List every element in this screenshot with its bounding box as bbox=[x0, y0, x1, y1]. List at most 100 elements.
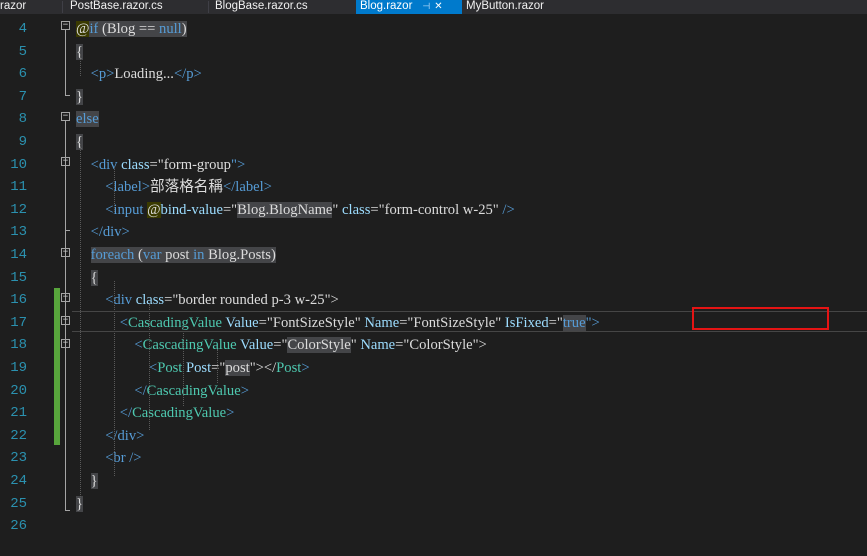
code-line[interactable]: 22 </div> bbox=[0, 425, 867, 447]
code-token: Blog.Posts) bbox=[204, 247, 276, 263]
line-number: 4 bbox=[18, 21, 27, 37]
code-line[interactable]: 8 else bbox=[0, 108, 867, 130]
collapse-icon[interactable]: − bbox=[61, 316, 70, 325]
collapse-icon[interactable]: − bbox=[61, 248, 70, 257]
code-token: " bbox=[350, 337, 361, 354]
collapse-icon[interactable]: − bbox=[61, 157, 70, 166]
code-text: <div class="form-group"> bbox=[76, 154, 246, 176]
line-number: 22 bbox=[10, 427, 27, 444]
change-marker bbox=[54, 288, 60, 445]
tab-blogbase-razor-cs[interactable]: BlogBase.razor.cs bbox=[211, 0, 308, 14]
tab-mybutton-razor[interactable]: MyButton.razor bbox=[462, 0, 544, 14]
line-number: 13 bbox=[10, 224, 27, 241]
code-token: ColorStyle bbox=[287, 337, 351, 354]
code-token: =" bbox=[273, 337, 288, 354]
line-number: 6 bbox=[18, 66, 27, 83]
code-line[interactable]: 20 </CascadingValue> bbox=[0, 380, 867, 402]
code-line[interactable]: 4 @if (Blog == null) bbox=[0, 18, 867, 40]
line-number: 23 bbox=[10, 450, 27, 467]
code-token: <div bbox=[90, 156, 122, 173]
line-number: 7 bbox=[18, 88, 27, 105]
code-token: form-group bbox=[163, 156, 231, 173]
code-token: > bbox=[240, 382, 249, 399]
code-line[interactable]: 15 { bbox=[0, 267, 867, 289]
code-token: bind-value bbox=[160, 201, 223, 218]
code-line[interactable]: 23 <br /> bbox=[0, 447, 867, 469]
code-line[interactable]: 12 <input @bind-value="Blog.BlogName" cl… bbox=[0, 199, 867, 221]
code-line[interactable]: 26 bbox=[0, 515, 867, 537]
code-line[interactable]: 6 <p>Loading...</p> bbox=[0, 63, 867, 85]
indent-guide bbox=[80, 54, 81, 76]
collapse-icon[interactable]: − bbox=[61, 293, 70, 302]
code-text: <CascadingValue Value="ColorStyle" Name=… bbox=[76, 334, 487, 356]
code-text: <label>部落格名稱</label> bbox=[76, 176, 272, 198]
code-token: Value bbox=[240, 337, 274, 354]
code-line[interactable]: 24 } bbox=[0, 470, 867, 492]
code-token: <input bbox=[105, 201, 148, 218]
tab-razor[interactable]: razor bbox=[0, 0, 26, 14]
collapse-icon[interactable]: − bbox=[61, 21, 70, 30]
code-token: ( bbox=[134, 247, 143, 263]
code-line[interactable]: 19 <Post Post="post"></Post> bbox=[0, 357, 867, 379]
code-token: class bbox=[342, 201, 371, 218]
tab-postbase-razor-cs[interactable]: PostBase.razor.cs bbox=[66, 0, 163, 14]
code-token: (Blog == bbox=[98, 21, 160, 37]
code-token: Name bbox=[360, 337, 396, 354]
code-token: else bbox=[76, 111, 99, 128]
code-line[interactable]: 18 <CascadingValue Value="ColorStyle" Na… bbox=[0, 334, 867, 356]
line-number: 11 bbox=[10, 179, 27, 196]
line-number: 20 bbox=[10, 382, 27, 399]
line-number: 12 bbox=[10, 201, 27, 218]
outline-end bbox=[65, 230, 70, 231]
line-number: 21 bbox=[10, 405, 27, 422]
code-text: </div> bbox=[76, 425, 144, 447]
code-line[interactable]: 14 foreach (var post in Blog.Posts) bbox=[0, 244, 867, 266]
tab-blog-razor[interactable]: Blog.razor ⊣ ✕ bbox=[356, 0, 462, 14]
code-token: foreach bbox=[90, 247, 135, 263]
code-token: class bbox=[121, 156, 150, 173]
indent-guide bbox=[217, 349, 218, 383]
code-token: <br /> bbox=[105, 450, 142, 467]
code-line[interactable]: 7} bbox=[0, 86, 867, 108]
collapse-icon[interactable]: − bbox=[61, 339, 70, 348]
line-number: 17 bbox=[10, 314, 27, 331]
code-line[interactable]: 9{ bbox=[0, 131, 867, 153]
code-token: @ bbox=[147, 201, 161, 218]
pin-icon[interactable]: ⊣ bbox=[422, 0, 430, 13]
code-token: < bbox=[90, 66, 99, 83]
code-token: </ bbox=[134, 382, 147, 399]
code-token: post bbox=[161, 247, 194, 263]
line-number: 26 bbox=[10, 518, 27, 535]
code-token: post bbox=[225, 360, 250, 376]
code-line[interactable]: 25} bbox=[0, 493, 867, 515]
code-line[interactable]: 13 </div> bbox=[0, 221, 867, 243]
close-icon[interactable]: ✕ bbox=[434, 0, 442, 13]
code-token: "></ bbox=[249, 360, 277, 376]
code-token: > bbox=[226, 405, 235, 422]
collapse-icon[interactable]: − bbox=[61, 112, 70, 121]
line-number: 5 bbox=[18, 43, 27, 60]
code-token: Post bbox=[276, 360, 302, 376]
code-token: </label> bbox=[223, 179, 272, 196]
code-token: ) bbox=[181, 21, 187, 37]
code-line[interactable]: 21 </CascadingValue> bbox=[0, 402, 867, 424]
code-token: "> bbox=[230, 156, 246, 173]
code-token: 部落格名稱 bbox=[150, 179, 223, 196]
code-token: CascadingValue bbox=[142, 337, 241, 354]
code-token: null bbox=[159, 21, 182, 37]
code-token: > bbox=[193, 66, 202, 83]
code-line[interactable]: 11 <label>部落格名稱</label> bbox=[0, 176, 867, 198]
code-token: CascadingValue bbox=[132, 405, 227, 422]
code-line[interactable]: 10 <div class="form-group"> bbox=[0, 154, 867, 176]
code-line[interactable]: 5{ bbox=[0, 41, 867, 63]
code-editor[interactable]: 4 @if (Blog == null) 5{6 <p>Loading...</p>… bbox=[0, 14, 867, 556]
code-token: < bbox=[134, 337, 143, 354]
code-text: @if (Blog == null) bbox=[76, 18, 187, 40]
outline-end bbox=[65, 95, 70, 96]
code-token: } bbox=[90, 473, 98, 489]
line-number: 9 bbox=[18, 134, 27, 150]
